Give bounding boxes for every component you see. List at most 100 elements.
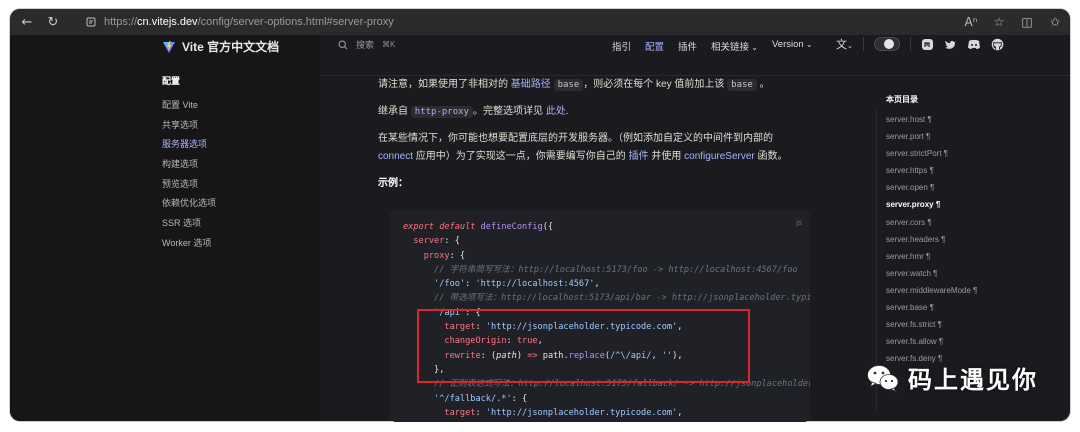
site-title: Vite 官方中文文档	[182, 40, 280, 54]
nav-right-tools: 文⌄	[836, 36, 1004, 52]
code-token: default	[434, 222, 481, 232]
sidebar-item-ssr-options[interactable]: SSR 选项	[162, 214, 216, 234]
watermark: 码上遇见你	[866, 360, 1038, 395]
sidebar-item-configuring-vite[interactable]: 配置 Vite	[162, 96, 216, 116]
toc-item-server-port[interactable]: server.port ¶	[886, 128, 977, 145]
code-token: target	[444, 407, 476, 418]
sidebar-item-dep-optimization[interactable]: 依赖优化选项	[162, 194, 216, 214]
favorite-star-icon[interactable]: ☆	[990, 11, 1008, 33]
inline-code-base-2: base	[727, 79, 757, 91]
sidebar-item-worker-options[interactable]: Worker 选项	[162, 234, 216, 254]
text: .	[565, 106, 569, 117]
text: 请注意，如果使用了非相对的	[378, 79, 511, 90]
toc-item-server-host[interactable]: server.host ¶	[886, 111, 977, 128]
text: 并使用	[648, 151, 685, 162]
split-screen-icon[interactable]: ◫	[1018, 11, 1036, 33]
nav-plugins[interactable]: 插件	[678, 39, 697, 53]
browser-toolbar: ← ↻ https://cn.vitejs.dev/config/server-…	[10, 9, 1070, 35]
discord-icon[interactable]	[967, 38, 981, 51]
url-path: /config/server-options.html#server-proxy	[197, 16, 394, 28]
toc-item-server-fs-strict[interactable]: server.fs.strict ¶	[886, 316, 977, 333]
vite-logo-icon	[163, 40, 175, 53]
sidebar-item-preview-options[interactable]: 预览选项	[162, 175, 216, 195]
toc-item-server-strictport[interactable]: server.strictPort ¶	[886, 145, 977, 162]
toc-item-server-headers[interactable]: server.headers ¶	[886, 231, 977, 248]
url-prefix: https://	[104, 16, 138, 28]
sidebar-menu: 配置 配置 Vite 共享选项 服务器选项 构建选项 预览选项 依赖优化选项 S…	[162, 74, 216, 254]
main-content: 请注意，如果使用了非相对的 基础路径 base ，则必须在每个 key 值前加上该…	[378, 76, 808, 201]
toc-item-server-https[interactable]: server.https ¶	[886, 162, 977, 179]
paragraph-configure-server: 在某些情况下，你可能也想要配置底层的开发服务器。（例如添加自定义的中间件到内部的…	[378, 130, 808, 166]
browser-actions: Aⁿ ☆ ◫ ✩	[962, 11, 1064, 33]
wechat-icon	[867, 364, 899, 392]
nav-guide[interactable]: 指引	[612, 39, 631, 53]
nav-separator	[862, 37, 864, 51]
toc-item-server-hmr[interactable]: server.hmr ¶	[886, 248, 977, 265]
url-domain: cn.vitejs.dev	[137, 16, 198, 28]
text: 在某些情况下，你可能也想要配置底层的开发服务器。（例如添加自定义的中间件到内部的	[378, 133, 773, 144]
toc-item-server-fs-allow[interactable]: server.fs.allow ¶	[886, 333, 977, 350]
code-token: export	[403, 222, 435, 232]
sidebar-group-title: 配置	[162, 76, 181, 86]
connect-link[interactable]: connect	[378, 151, 413, 162]
code-token: server	[413, 236, 445, 247]
github-icon[interactable]	[991, 38, 1004, 51]
example-heading: 示例：	[378, 178, 408, 189]
nav-separator-2	[909, 37, 911, 51]
nav-config[interactable]: 配置	[645, 39, 664, 53]
sidebar-item-build-options[interactable]: 构建选项	[162, 155, 216, 175]
table-of-contents: 本页目录 server.host ¶ server.port ¶ server.…	[886, 94, 977, 367]
nav-version-dropdown[interactable]: Version	[772, 39, 813, 53]
search-icon	[338, 39, 348, 49]
mastodon-icon[interactable]	[921, 38, 934, 51]
code-comment: // 字符串简写写法：http://localhost:5173/foo -> …	[434, 264, 798, 275]
text: 继承自	[378, 106, 411, 117]
toc-title: 本页目录	[886, 95, 918, 104]
back-icon[interactable]: ←	[16, 11, 38, 33]
search-label: 搜索	[356, 40, 375, 50]
site-logo[interactable]: Vite 官方中文文档	[162, 38, 279, 55]
address-bar[interactable]: https://cn.vitejs.dev/config/server-opti…	[84, 12, 984, 32]
top-nav: 指引 配置 插件 相关链接 Version	[612, 39, 813, 53]
toc-item-server-cors[interactable]: server.cors ¶	[886, 214, 977, 231]
text: 。	[759, 79, 770, 90]
toc-item-server-open[interactable]: server.open ¶	[886, 179, 977, 196]
favorites-icon[interactable]: ✩	[1046, 11, 1064, 33]
twitter-icon[interactable]	[944, 38, 957, 51]
code-token: ({	[542, 222, 554, 232]
code-token: '/foo'	[434, 279, 466, 290]
here-link[interactable]: 此处	[546, 106, 566, 117]
plugin-link[interactable]: 插件	[629, 151, 649, 162]
base-path-link[interactable]: 基础路径	[511, 79, 551, 90]
inline-code-base: base	[553, 79, 584, 91]
toc-item-server-middlewaremode[interactable]: server.middlewareMode ¶	[886, 282, 977, 299]
translate-icon[interactable]: 文⌄	[836, 36, 853, 52]
reload-icon[interactable]: ↻	[42, 11, 64, 33]
code-token: '^/fallback/.*'	[434, 393, 512, 404]
site-info-icon[interactable]	[84, 15, 98, 29]
toc-item-server-base[interactable]: server.base ¶	[886, 299, 977, 316]
code-token: defineConfig	[480, 222, 543, 232]
read-aloud-icon[interactable]: Aⁿ	[962, 11, 980, 33]
toc-item-server-watch[interactable]: server.watch ¶	[886, 265, 977, 282]
sidebar-item-server-options[interactable]: 服务器选项	[162, 135, 216, 155]
paragraph-http-proxy: 继承自 http-proxy 。完整选项详见 此处.	[378, 103, 808, 121]
text: 函数。	[754, 151, 788, 162]
toc-item-server-proxy[interactable]: server.proxy ¶	[886, 196, 977, 213]
inline-code-http-proxy[interactable]: http-proxy	[410, 106, 473, 118]
paragraph-base-note: 请注意，如果使用了非相对的 基础路径 base ，则必须在每个 key 值前加上该…	[378, 76, 808, 94]
theme-toggle[interactable]	[873, 37, 900, 51]
text: 。完整选项详见	[472, 106, 546, 117]
watermark-text: 码上遇见你	[908, 366, 1038, 394]
nav-links-dropdown[interactable]: 相关链接	[711, 39, 758, 53]
highlight-box	[417, 309, 750, 383]
code-token: 'http://localhost:4567'	[475, 279, 595, 290]
configure-server-link[interactable]: configureServer	[684, 151, 755, 162]
text: 应用中）为了实现这一点，你需要编写你自己的	[413, 151, 629, 162]
sidebar-item-shared-options[interactable]: 共享选项	[162, 116, 216, 136]
code-token: 'http://jsonplaceholder.typicode.com'	[485, 407, 678, 418]
search-shortcut: ⌘K	[382, 40, 396, 49]
code-comment: // 带选项写法：http://localhost:5173/api/bar -…	[434, 293, 810, 304]
search-button[interactable]: 搜索 ⌘K	[338, 38, 395, 51]
text: ，则必须在每个 key 值前加上该	[583, 79, 728, 90]
